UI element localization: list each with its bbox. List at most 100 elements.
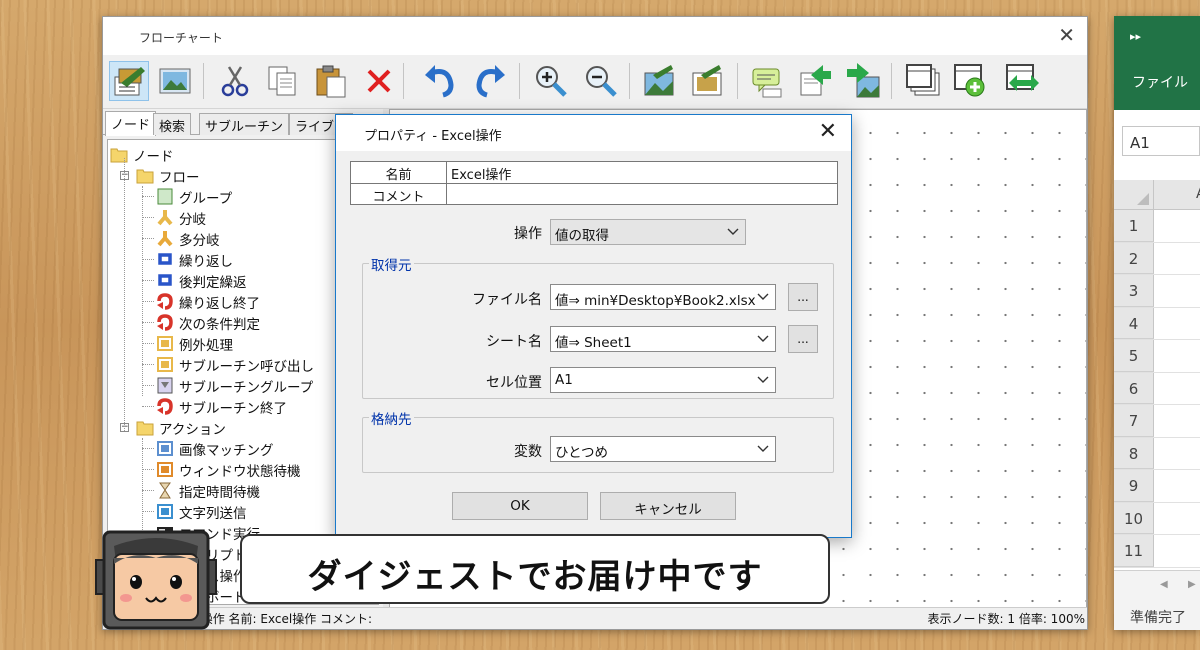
sheet-name-select[interactable]: 値⇒ Sheet1: [550, 326, 776, 352]
select-all-corner[interactable]: [1114, 180, 1154, 210]
tree-connector: [142, 469, 154, 470]
tree-connector: [142, 511, 154, 512]
tree-item[interactable]: サブルーチン終了: [156, 396, 287, 417]
row-header[interactable]: 1: [1114, 210, 1154, 242]
delete-button[interactable]: [359, 61, 399, 101]
file-tab[interactable]: ファイル: [1132, 72, 1188, 92]
row-header[interactable]: 7: [1114, 405, 1154, 437]
tree-item[interactable]: 文字列送信: [156, 501, 247, 522]
tree-item[interactable]: ノード: [110, 144, 174, 165]
name-box[interactable]: A1: [1122, 126, 1200, 156]
tree-item[interactable]: 分岐: [156, 207, 206, 228]
cancel-button[interactable]: キャンセル: [600, 492, 736, 520]
zoom-out-button[interactable]: [581, 61, 621, 101]
tree-item[interactable]: 例外処理: [156, 333, 233, 354]
tree-item[interactable]: フロー: [136, 165, 200, 186]
tree-item[interactable]: 次の条件判定: [156, 312, 260, 333]
excel-grid[interactable]: A 1234567891011: [1114, 180, 1200, 570]
file-name-select[interactable]: 値⇒ min¥Desktop¥Book2.xlsx: [550, 284, 776, 310]
tree-item[interactable]: ウィンドウ状態待機: [156, 459, 301, 480]
paste-button[interactable]: [311, 61, 351, 101]
tab-node[interactable]: ノード: [105, 111, 157, 136]
move-left-button[interactable]: [795, 61, 835, 101]
tree-item[interactable]: サブルーチン呼び出し: [156, 354, 314, 375]
excel-ribbon: ▸▸ ファイル: [1114, 16, 1200, 110]
dialog-close-button[interactable]: ✕: [819, 119, 837, 144]
tree-item-label: フロー: [159, 169, 200, 186]
source-group-title: 取得元: [369, 254, 414, 274]
property-row-comment[interactable]: コメント: [351, 183, 837, 205]
excel-row[interactable]: 11: [1114, 535, 1200, 568]
row-header[interactable]: 2: [1114, 242, 1154, 274]
sheet-scroll-left-icon[interactable]: ◀: [1160, 579, 1168, 590]
excel-row[interactable]: 1: [1114, 210, 1200, 243]
excel-row[interactable]: 4: [1114, 307, 1200, 340]
excel-row[interactable]: 6: [1114, 372, 1200, 405]
row-header[interactable]: 10: [1114, 502, 1154, 534]
row-header[interactable]: 9: [1114, 470, 1154, 502]
tree-item[interactable]: 後判定繰返: [156, 270, 247, 291]
cell-position-select[interactable]: A1: [550, 367, 776, 393]
add-window-button[interactable]: [951, 61, 991, 101]
property-value-name[interactable]: Excel操作: [451, 162, 511, 183]
sheet-scroll-right-icon[interactable]: ▶: [1188, 579, 1196, 590]
tree-item[interactable]: 指定時間待機: [156, 480, 260, 501]
sheet-browse-button[interactable]: ...: [788, 325, 818, 353]
row-header[interactable]: 3: [1114, 275, 1154, 307]
property-row-name[interactable]: 名前 Excel操作: [351, 162, 837, 183]
excel-row[interactable]: 9: [1114, 470, 1200, 503]
row-header[interactable]: 5: [1114, 340, 1154, 372]
copy-button[interactable]: [263, 61, 303, 101]
excel-row[interactable]: 8: [1114, 437, 1200, 470]
excel-row[interactable]: 3: [1114, 275, 1200, 308]
excel-row[interactable]: 10: [1114, 502, 1200, 535]
zoom-in-button[interactable]: [531, 61, 571, 101]
operation-select[interactable]: 値の取得: [550, 219, 746, 245]
row-header[interactable]: 8: [1114, 437, 1154, 469]
toolbar: [103, 55, 1087, 109]
window-title: フローチャート: [139, 31, 223, 45]
node-properties-button[interactable]: [109, 61, 149, 101]
image-button[interactable]: [155, 61, 195, 101]
close-button[interactable]: ✕: [1058, 23, 1075, 47]
tree-connector: [142, 301, 154, 302]
tab-search[interactable]: 検索: [153, 113, 192, 135]
ok-button[interactable]: OK: [452, 492, 588, 520]
tab-subroutine[interactable]: サブルーチン: [199, 113, 290, 135]
swap-window-button[interactable]: [1003, 61, 1043, 101]
row-header[interactable]: 6: [1114, 372, 1154, 404]
redo-button[interactable]: [471, 61, 511, 101]
group-icon: [157, 188, 173, 205]
column-header-a[interactable]: A: [1154, 180, 1200, 210]
tree-connector: [142, 406, 154, 407]
excel-row[interactable]: 5: [1114, 340, 1200, 373]
capture-image-button[interactable]: [639, 61, 679, 101]
folder-icon: [136, 169, 154, 184]
tree-item-label: 指定時間待機: [179, 484, 260, 501]
tree-item[interactable]: 繰り返し: [156, 249, 233, 270]
tree-item[interactable]: 画像マッチング: [156, 438, 274, 459]
window-stack-button[interactable]: [903, 61, 943, 101]
delete-icon: [367, 69, 391, 93]
cell-position-value: A1: [555, 372, 573, 388]
edit-image-icon: [692, 65, 722, 96]
move-right-icon: [847, 63, 880, 98]
tree-item[interactable]: グループ: [156, 186, 232, 207]
cut-button[interactable]: [215, 61, 255, 101]
comment-button[interactable]: [747, 61, 787, 101]
quick-access-chevron-icon[interactable]: ▸▸: [1130, 30, 1141, 43]
variable-select[interactable]: ひとつめ: [550, 436, 776, 462]
excel-row[interactable]: 2: [1114, 242, 1200, 275]
title-bar: フローチャート ✕: [103, 17, 1087, 55]
tree-item[interactable]: 繰り返し終了: [156, 291, 260, 312]
tree-item[interactable]: サブルーチングループ: [156, 375, 313, 396]
row-header[interactable]: 4: [1114, 307, 1154, 339]
row-header[interactable]: 11: [1114, 535, 1154, 567]
move-right-button[interactable]: [843, 61, 883, 101]
undo-button[interactable]: [419, 61, 459, 101]
excel-row[interactable]: 7: [1114, 405, 1200, 438]
edit-image-button[interactable]: [687, 61, 727, 101]
tree-item[interactable]: アクション: [136, 417, 226, 438]
tree-item[interactable]: 多分岐: [156, 228, 220, 249]
file-browse-button[interactable]: ...: [788, 283, 818, 311]
